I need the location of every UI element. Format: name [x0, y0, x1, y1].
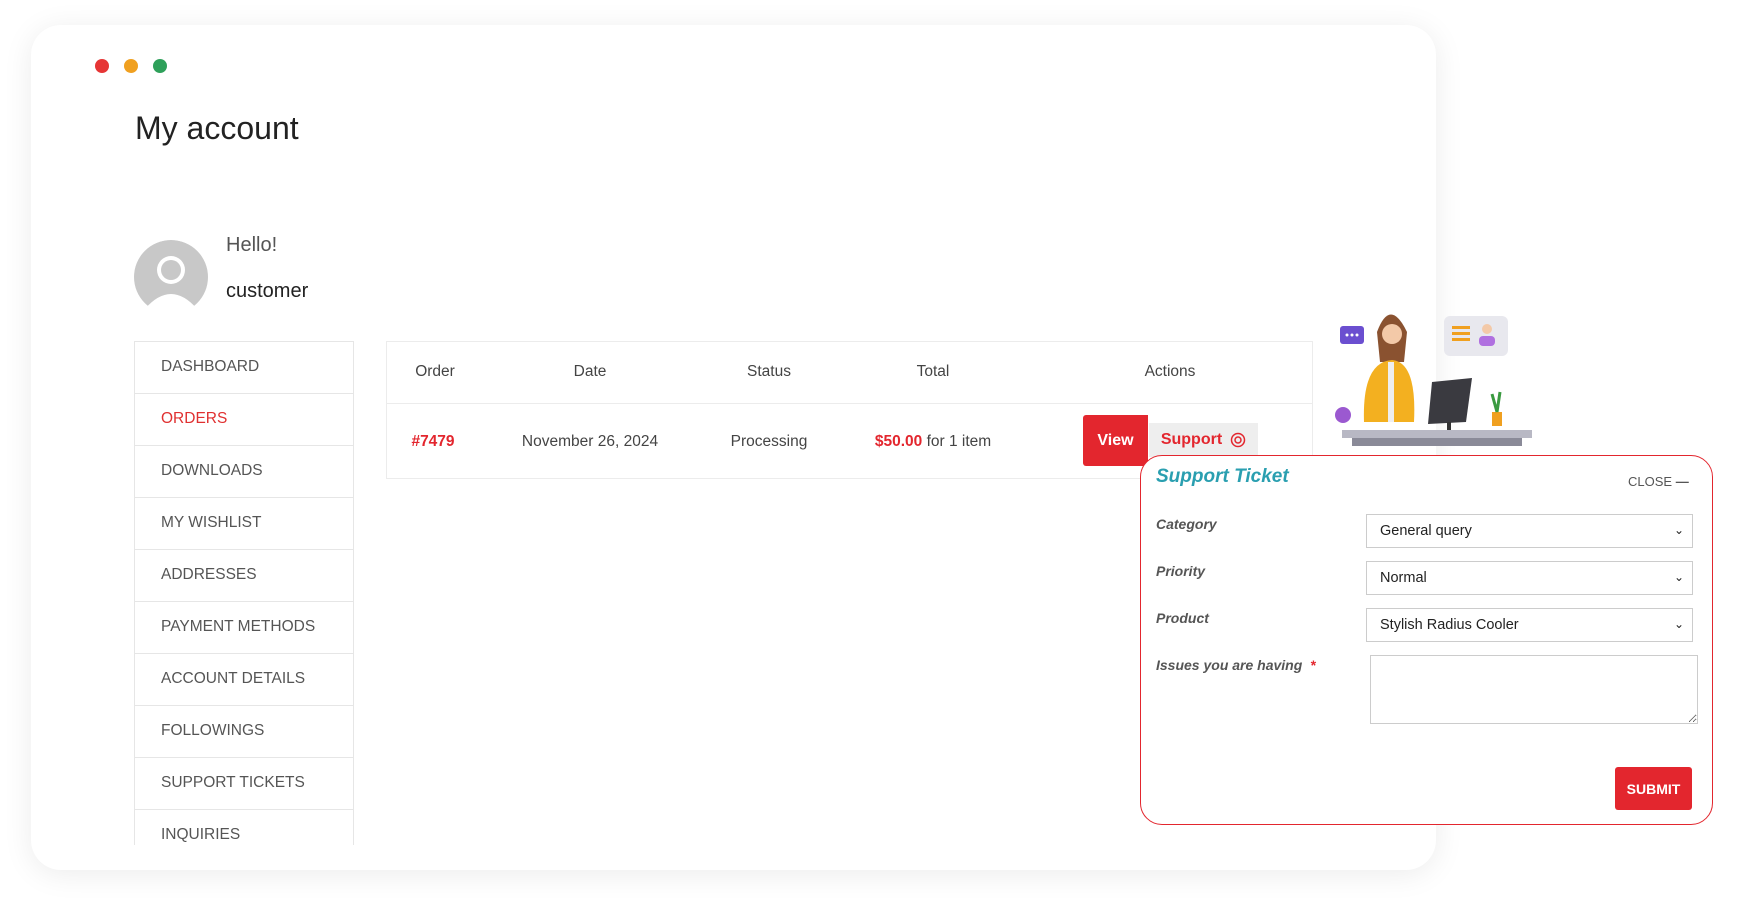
issues-label-text: Issues you are having: [1156, 657, 1303, 673]
priority-value: Normal: [1380, 570, 1427, 586]
sidebar-item-followings[interactable]: FOLLOWINGS: [135, 706, 353, 758]
sidebar-item-dashboard[interactable]: DASHBOARD: [135, 342, 353, 394]
order-date: November 26, 2024: [521, 433, 659, 450]
product-value: Stylish Radius Cooler: [1380, 617, 1519, 633]
greeting: Hello!: [226, 234, 278, 256]
header-date: Date: [573, 363, 607, 380]
header-total: Total: [916, 363, 950, 380]
chevron-down-icon: ⌄: [1673, 570, 1684, 584]
support-button[interactable]: Support: [1149, 423, 1258, 457]
close-label: CLOSE: [1628, 474, 1673, 489]
header-actions: Actions: [1144, 363, 1196, 380]
sidebar-item-support-tickets[interactable]: SUPPORT TICKETS: [135, 758, 353, 810]
issues-textarea[interactable]: [1370, 655, 1698, 724]
category-label: Category: [1156, 516, 1217, 532]
header-status: Status: [747, 363, 791, 380]
category-select[interactable]: General query ⌄: [1366, 514, 1693, 548]
support-agent-illustration: [1335, 314, 1532, 446]
priority-label: Priority: [1156, 563, 1206, 579]
sidebar-item-payment-methods[interactable]: PAYMENT METHODS: [135, 602, 353, 654]
order-total: $50.00 for 1 item: [875, 433, 991, 451]
sidebar-item-orders[interactable]: ORDERS: [135, 394, 353, 446]
support-label: Support: [1160, 431, 1223, 448]
product-select[interactable]: Stylish Radius Cooler ⌄: [1366, 608, 1693, 642]
view-order-button[interactable]: View: [1083, 415, 1148, 466]
sidebar-item-addresses[interactable]: ADDRESSES: [135, 550, 353, 602]
issues-label: Issues you are having *: [1156, 657, 1316, 673]
chevron-down-icon: ⌄: [1673, 523, 1684, 537]
chevron-down-icon: ⌄: [1673, 617, 1684, 631]
order-total-items: for 1 item: [926, 433, 992, 450]
order-number-link[interactable]: #7479: [411, 433, 454, 451]
sidebar-item-account-details[interactable]: ACCOUNT DETAILS: [135, 654, 353, 706]
header-order: Order: [415, 363, 455, 380]
username: customer: [226, 280, 309, 302]
category-value: General query: [1380, 523, 1472, 539]
row-divider: [387, 403, 1312, 404]
product-label: Product: [1156, 610, 1209, 626]
order-total-amount: $50.00: [874, 433, 923, 450]
close-button[interactable]: CLOSE —: [1628, 474, 1689, 489]
close-dot[interactable]: [95, 59, 109, 73]
priority-select[interactable]: Normal ⌄: [1366, 561, 1693, 595]
maximize-dot[interactable]: [153, 59, 167, 73]
page-title: My account: [135, 110, 299, 146]
sidebar-item-downloads[interactable]: DOWNLOADS: [135, 446, 353, 498]
account-sidebar: DASHBOARD ORDERS DOWNLOADS MY WISHLIST A…: [134, 341, 354, 845]
required-mark: *: [1310, 657, 1316, 673]
lifebuoy-icon: [1230, 432, 1246, 448]
minus-icon: —: [1675, 474, 1689, 489]
sidebar-item-inquiries[interactable]: INQUIRIES: [135, 810, 353, 845]
avatar: [134, 240, 208, 309]
order-status: Processing: [730, 433, 808, 450]
minimize-dot[interactable]: [124, 59, 138, 73]
submit-button[interactable]: SUBMIT: [1615, 767, 1692, 810]
popup-title: Support Ticket: [1156, 466, 1289, 487]
sidebar-item-wishlist[interactable]: MY WISHLIST: [135, 498, 353, 550]
